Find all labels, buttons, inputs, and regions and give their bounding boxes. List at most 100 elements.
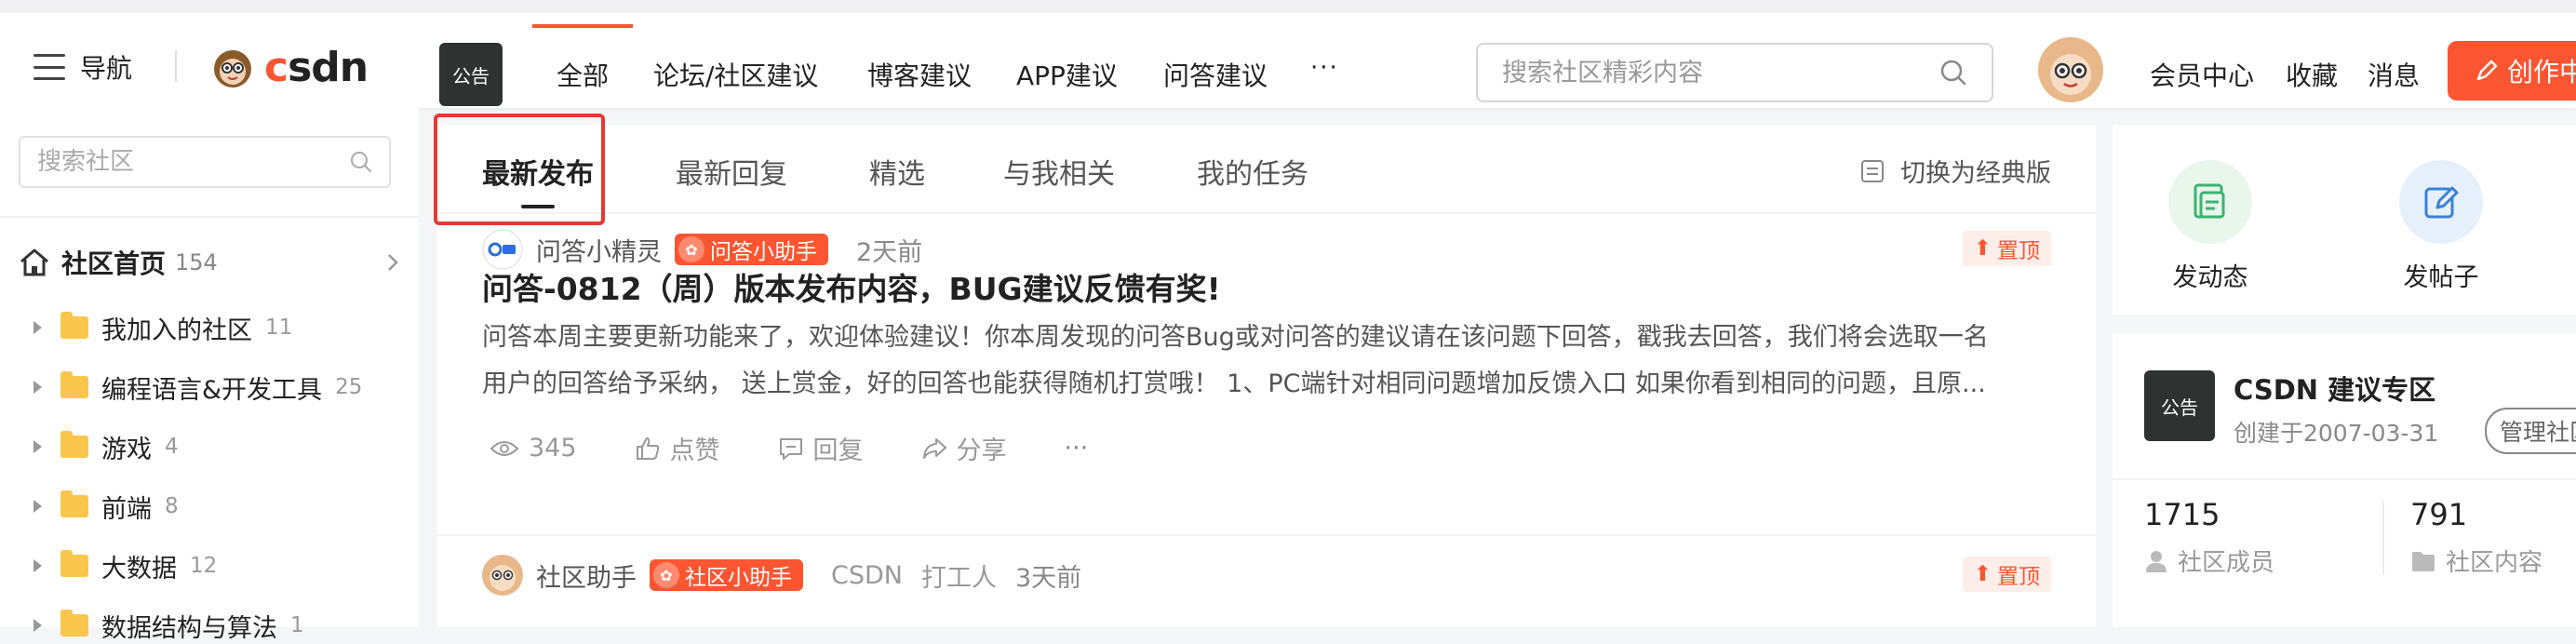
community-info-card: 公告 CSDN 建议专区 创建于2007-03-31 管理社区 1715 社区成… (2113, 333, 2576, 627)
helper-badge: ✿ 社区小助手 (650, 559, 803, 591)
post-source: CSDN (831, 560, 903, 590)
member-stat[interactable]: 社区成员 (2144, 543, 2274, 578)
post-item[interactable]: 社区助手 ✿ 社区小助手 CSDN 打工人 3天前 ⬆ 置顶 (437, 536, 2096, 627)
helper-badge-label: 问答小助手 (710, 240, 817, 264)
new-post-label: 发帖子 (2403, 263, 2479, 292)
sidebar: 社区首页 154 我加入的社区 11 编程语言&开发工具 25 游戏 4 前端 … (0, 108, 419, 643)
tab-app-suggestions[interactable]: APP建议 (1016, 56, 1118, 93)
share-button[interactable]: 分享 (921, 430, 1007, 466)
favorites-link[interactable]: 收藏 (2286, 56, 2338, 93)
pen-icon (2476, 60, 2498, 81)
tab-all[interactable]: 全部 (531, 24, 634, 93)
community-name[interactable]: CSDN 建议专区 (2234, 369, 2435, 408)
expand-arrow-icon[interactable] (34, 619, 42, 632)
view-count-value: 345 (529, 434, 577, 463)
author-name[interactable]: 社区助手 (536, 557, 637, 594)
helper-icon: ✿ (653, 562, 679, 588)
author-avatar[interactable] (482, 555, 523, 596)
tab-qa-suggestions[interactable]: 问答建议 (1163, 56, 1268, 93)
more-tabs-button[interactable]: ··· (1310, 54, 1339, 82)
pinned-label: 置顶 (1997, 565, 2040, 589)
tab-latest-reply[interactable]: 最新回复 (676, 151, 787, 192)
sidebar-item-programming[interactable]: 编程语言&开发工具 25 (34, 369, 362, 406)
post-moment-button[interactable]: 发动态 (2168, 160, 2252, 293)
sidebar-item-label: 编程语言&开发工具 (101, 375, 323, 405)
sidebar-search (19, 136, 391, 188)
expand-arrow-icon[interactable] (34, 500, 42, 513)
eye-icon (490, 440, 519, 456)
sidebar-item-count: 11 (265, 315, 293, 340)
tab-related[interactable]: 与我相关 (1003, 151, 1115, 192)
like-button[interactable]: 点赞 (635, 430, 720, 466)
switch-classic-button[interactable]: 切换为经典版 (1859, 153, 2051, 189)
manage-community-button[interactable]: 管理社区 (2485, 408, 2576, 454)
feed-tabs: 最新发布 最新回复 精选 与我相关 我的任务 切换为经典版 (434, 114, 2096, 225)
new-post-button[interactable]: 发帖子 (2399, 160, 2483, 293)
quick-actions-card: 发动态 发帖子 (2113, 125, 2576, 315)
csdn-logo[interactable]: csdn (210, 41, 369, 93)
create-button-label: 创作中 (2507, 57, 2576, 87)
sidebar-item-frontend[interactable]: 前端 8 (34, 488, 179, 525)
sidebar-item-joined[interactable]: 我加入的社区 11 (34, 309, 292, 346)
share-icon (922, 437, 946, 459)
post-time: 2天前 (856, 237, 923, 267)
divider (2382, 501, 2384, 575)
tab-my-tasks[interactable]: 我的任务 (1197, 151, 1308, 192)
post-title[interactable]: 问答-0812（周）版本发布内容，BUG建议反馈有奖! (482, 264, 1221, 309)
post-excerpt[interactable]: 问答本周主要更新功能来了，欢迎体验建议！你本周发现的问答Bug或对问答的建议请在… (482, 315, 2055, 408)
sidebar-item-label: 前端 (101, 494, 152, 524)
divider (2113, 478, 2576, 480)
expand-arrow-icon[interactable] (34, 381, 42, 394)
expand-arrow-icon[interactable] (34, 321, 42, 334)
sidebar-item-algorithms[interactable]: 数据结构与算法 1 (34, 607, 304, 644)
community-search-input[interactable] (1502, 58, 1939, 87)
expand-arrow-icon[interactable] (34, 440, 42, 453)
switch-classic-label: 切换为经典版 (1900, 159, 2051, 188)
sidebar-item-games[interactable]: 游戏 4 (34, 428, 179, 465)
folder-icon (60, 371, 88, 398)
folder-icon (60, 610, 88, 637)
messages-link[interactable]: 消息 (2368, 56, 2420, 93)
member-count: 1715 (2144, 497, 2220, 532)
pinned-badge: ⬆ 置顶 (1962, 231, 2051, 266)
search-icon[interactable] (350, 151, 372, 173)
sidebar-search-input[interactable] (37, 148, 350, 176)
helper-badge: ✿ 问答小助手 (675, 234, 828, 265)
create-button[interactable]: 创作中 (2448, 41, 2576, 101)
sidebar-item-count: 25 (335, 375, 363, 399)
author-role: 打工人 (920, 563, 997, 593)
tab-forum-suggestions[interactable]: 论坛/社区建议 (653, 56, 818, 93)
expand-arrow-icon[interactable] (34, 559, 42, 572)
pinned-badge: ⬆ 置顶 (1962, 557, 2051, 592)
sidebar-item-label: 我加入的社区 (101, 315, 252, 345)
tab-featured[interactable]: 精选 (869, 151, 925, 192)
tab-blog-suggestions[interactable]: 博客建议 (867, 56, 972, 93)
post-item[interactable]: 问答小精灵 ✿ 问答小助手 2天前 ⬆ 置顶 问答-0812（周）版本发布内容，… (437, 214, 2096, 465)
nav-label[interactable]: 导航 (80, 48, 132, 86)
author-name[interactable]: 问答小精灵 (536, 232, 662, 268)
content-stat[interactable]: 社区内容 (2410, 543, 2542, 578)
post-excerpt-line: 用户的回答给予采纳， 送上赏金，好的回答也能获得随机打赏哦！ 1、PC端针对相同… (482, 369, 1986, 398)
sidebar-item-bigdata[interactable]: 大数据 12 (34, 547, 217, 584)
content-count: 791 (2410, 497, 2468, 532)
home-icon (20, 248, 48, 276)
tab-latest[interactable]: 最新发布 (482, 151, 594, 208)
view-count: 345 (490, 434, 577, 463)
more-options-button[interactable]: ··· (1065, 434, 1089, 463)
community-logo[interactable]: 公告 (2144, 370, 2215, 441)
post-moment-label: 发动态 (2172, 263, 2248, 292)
notice-badge[interactable]: 公告 (439, 43, 503, 106)
member-center-link[interactable]: 会员中心 (2150, 56, 2254, 93)
monkey-logo-icon (214, 50, 251, 87)
community-search (1476, 43, 1993, 102)
chevron-right-icon[interactable] (385, 251, 400, 274)
reply-label: 回复 (812, 436, 864, 465)
user-avatar[interactable] (2038, 37, 2103, 102)
search-icon[interactable] (1939, 59, 1967, 87)
post-actions: 345 点赞 回复 分享 ··· (490, 430, 1146, 466)
post-meta: 社区助手 ✿ 社区小助手 CSDN 打工人 3天前 (482, 555, 1081, 596)
comment-icon (779, 437, 802, 460)
sidebar-item-home[interactable]: 社区首页 154 (19, 244, 400, 281)
reply-button[interactable]: 回复 (778, 430, 864, 466)
menu-icon[interactable] (34, 54, 65, 80)
